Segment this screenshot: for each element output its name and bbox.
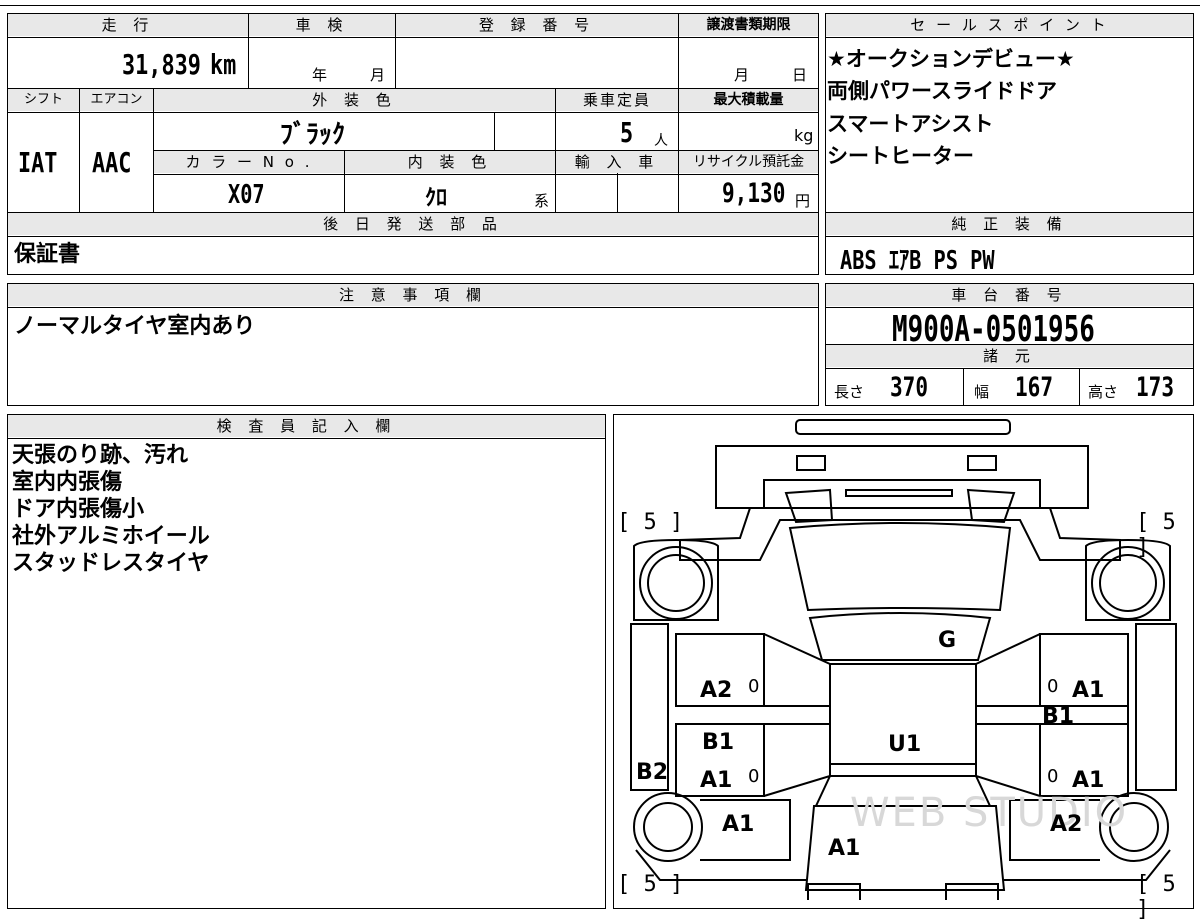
zero-mark-right-lower: 0 <box>1047 766 1059 787</box>
damage-mark-rear-right-door: A1 <box>1072 768 1105 793</box>
tire-tread-rear-left: [ 5 ] <box>617 872 684 897</box>
damage-mark-right-quarter: A2 <box>1050 812 1083 837</box>
tire-tread-front-right: [ 5 ] <box>1136 510 1176 560</box>
zero-mark-right-upper: 0 <box>1047 676 1059 697</box>
damage-mark-front-left-door: A2 <box>700 678 733 703</box>
damage-mark-front-right-door: A1 <box>1072 678 1105 703</box>
car-outline-diagram <box>630 419 1177 900</box>
damage-mark-left-pillar: B1 <box>702 730 735 755</box>
damage-mark-rear-left-door: A1 <box>700 768 733 793</box>
damage-mark-rear-gate: A1 <box>828 836 861 861</box>
tire-tread-front-left: [ 5 ] <box>617 510 684 535</box>
damage-mark-roof: U1 <box>888 732 922 757</box>
damage-mark-hood: G <box>938 628 957 653</box>
zero-mark-left-upper: 0 <box>748 676 760 697</box>
tire-tread-rear-right: [ 5 ] <box>1136 872 1176 922</box>
damage-mark-right-pillar: B1 <box>1042 704 1075 729</box>
diagram-watermark: WEB STUDIO <box>850 790 1129 836</box>
damage-mark-left-quarter: A1 <box>722 812 755 837</box>
damage-mark-left-sill: B2 <box>636 760 669 785</box>
zero-mark-left-lower: 0 <box>748 766 760 787</box>
